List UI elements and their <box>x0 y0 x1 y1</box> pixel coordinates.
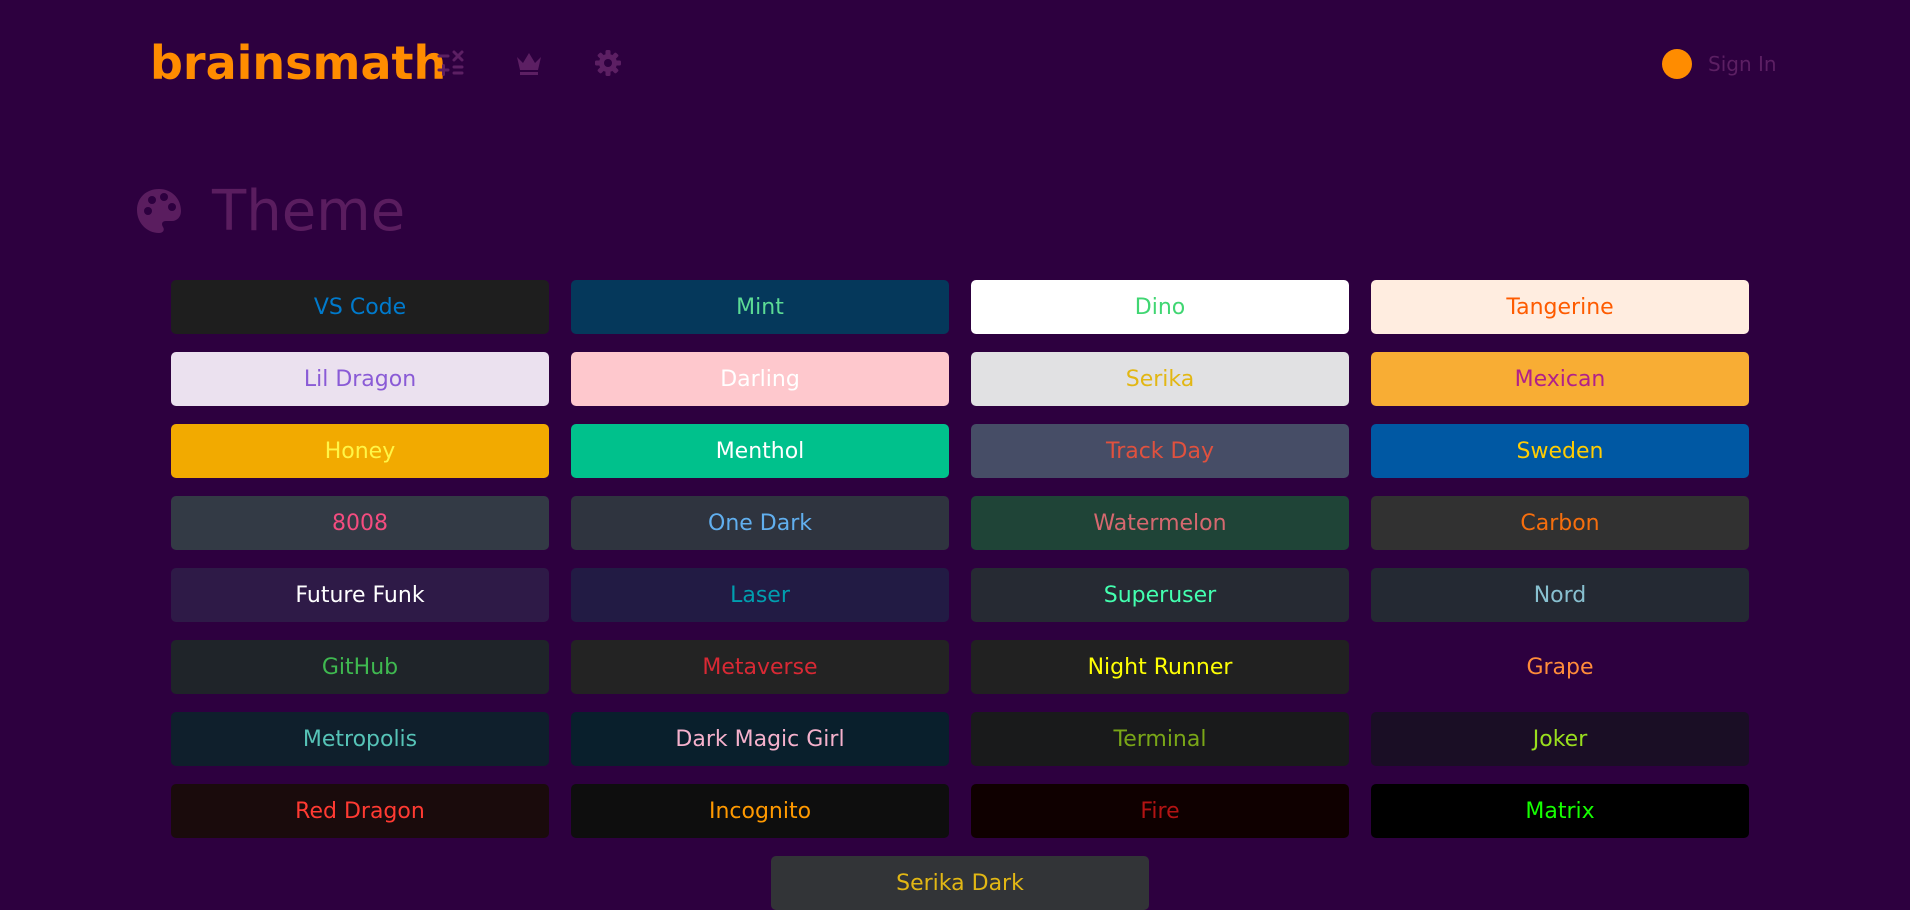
section-header: Theme <box>134 178 405 244</box>
theme-button-fire[interactable]: Fire <box>971 784 1349 838</box>
theme-button-superuser[interactable]: Superuser <box>971 568 1349 622</box>
theme-button-github[interactable]: GitHub <box>171 640 549 694</box>
theme-button-matrix[interactable]: Matrix <box>1371 784 1749 838</box>
theme-button-metaverse[interactable]: Metaverse <box>571 640 949 694</box>
theme-button-nord[interactable]: Nord <box>1371 568 1749 622</box>
page-title: Theme <box>212 178 406 244</box>
theme-button-metropolis[interactable]: Metropolis <box>171 712 549 766</box>
theme-button-laser[interactable]: Laser <box>571 568 949 622</box>
theme-button-red-dragon[interactable]: Red Dragon <box>171 784 549 838</box>
theme-grid: VS Code Mint Dino Tangerine Lil Dragon Darlin… <box>171 280 1749 838</box>
theme-button-honey[interactable]: Honey <box>171 424 549 478</box>
theme-button-lil-dragon[interactable]: Lil Dragon <box>171 352 549 406</box>
theme-button-grape[interactable]: Grape <box>1371 640 1749 694</box>
crown-icon[interactable] <box>514 48 544 78</box>
sign-in-label: Sign In <box>1708 52 1777 76</box>
theme-button-darling[interactable]: Darling <box>571 352 949 406</box>
top-navbar: brainsmath Sign In <box>0 0 1910 130</box>
theme-button-watermelon[interactable]: Watermelon <box>971 496 1349 550</box>
calculator-icon[interactable] <box>436 48 466 78</box>
theme-button-dark-magic-girl[interactable]: Dark Magic Girl <box>571 712 949 766</box>
theme-button-dino[interactable]: Dino <box>971 280 1349 334</box>
theme-button-incognito[interactable]: Incognito <box>571 784 949 838</box>
theme-button-tangerine[interactable]: Tangerine <box>1371 280 1749 334</box>
user-status-icon <box>1662 49 1692 79</box>
gear-icon[interactable] <box>593 48 623 78</box>
theme-button-8008[interactable]: 8008 <box>171 496 549 550</box>
theme-button-track-day[interactable]: Track Day <box>971 424 1349 478</box>
theme-button-terminal[interactable]: Terminal <box>971 712 1349 766</box>
theme-button-serika[interactable]: Serika <box>971 352 1349 406</box>
theme-button-sweden[interactable]: Sweden <box>1371 424 1749 478</box>
theme-button-mint[interactable]: Mint <box>571 280 949 334</box>
theme-button-future-funk[interactable]: Future Funk <box>171 568 549 622</box>
sign-in-button[interactable]: Sign In <box>1662 48 1777 80</box>
theme-button-night-runner[interactable]: Night Runner <box>971 640 1349 694</box>
theme-button-mexican[interactable]: Mexican <box>1371 352 1749 406</box>
theme-button-joker[interactable]: Joker <box>1371 712 1749 766</box>
theme-button-carbon[interactable]: Carbon <box>1371 496 1749 550</box>
theme-button-serika-dark[interactable]: Serika Dark <box>771 856 1149 910</box>
logo[interactable]: brainsmath <box>150 36 446 90</box>
theme-button-one-dark[interactable]: One Dark <box>571 496 949 550</box>
theme-button-menthol[interactable]: Menthol <box>571 424 949 478</box>
palette-icon <box>137 189 181 233</box>
theme-button-vs-code[interactable]: VS Code <box>171 280 549 334</box>
